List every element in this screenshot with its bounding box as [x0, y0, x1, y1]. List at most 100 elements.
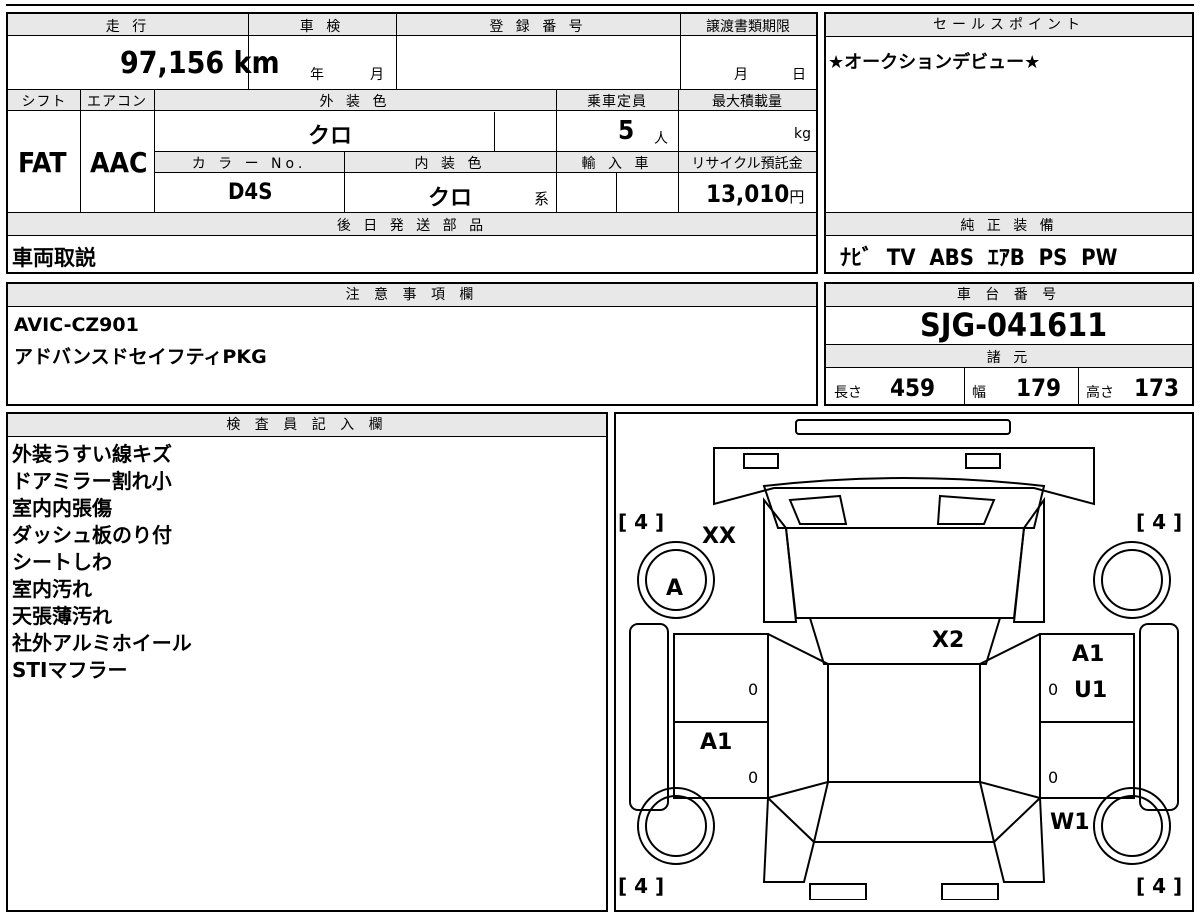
front-bumper: [713, 447, 1095, 506]
tire-tread-front-right: [ 4 ]: [1136, 510, 1183, 534]
inspection-month: 月: [370, 67, 384, 83]
wheel-front-right-inner: [1101, 549, 1163, 611]
wheel-rear-right-inner: [1101, 795, 1163, 857]
damage-mark-x2: X2: [932, 628, 965, 653]
inspection-label: 車 検: [299, 19, 345, 35]
interior-color-value: クロ: [428, 186, 473, 211]
inspector-notes: 外装うすい線キズ ドアミラー割れ小 室内内張傷 ダッシュ板のり付 シートしわ 室…: [12, 441, 192, 684]
rear-window: [812, 781, 996, 843]
door-mark-zero: 0: [748, 768, 759, 787]
height-label: 高さ: [1086, 385, 1114, 401]
door-mark-zero: 0: [1048, 680, 1059, 699]
front-light-right: [965, 453, 1001, 469]
length-label: 長さ: [834, 385, 862, 401]
chassis-number: SJG-041611: [920, 306, 1108, 344]
wheel-rear-left: [637, 787, 715, 865]
later-parts-value: 車両取説: [12, 246, 96, 270]
rear-bumper-left: [809, 883, 867, 900]
wheel-front-right: [1093, 541, 1171, 619]
shift-label: シフト: [21, 94, 67, 110]
length-value: 459: [890, 374, 936, 402]
equipment-label: 純 正 装 備: [960, 218, 1058, 234]
front-fender-left: [763, 497, 798, 623]
inspector-line: 室内汚れ: [12, 577, 92, 601]
front-light-left: [743, 453, 779, 469]
color-no-label: カ ラ ー No.: [191, 156, 307, 172]
front-bumper-outline: [795, 419, 1011, 435]
notes-label: 注 意 事 項 欄: [8, 284, 816, 307]
transfer-deadline-label: 譲渡書類期限: [706, 19, 790, 35]
shift-value: FAT: [18, 146, 67, 179]
damage-mark-a1-left: A1: [700, 730, 733, 755]
height-value: 173: [1134, 374, 1180, 402]
color-no-value: D4S: [228, 180, 273, 205]
inspector-line: 外装うすい線キズ: [12, 442, 172, 466]
tire-tread-front-left: [ 4 ]: [618, 510, 665, 534]
rear-quarter-left: [762, 795, 816, 883]
inspector-label: 検 査 員 記 入 欄: [8, 414, 606, 437]
damage-mark-a1-right: A1: [1072, 642, 1105, 667]
transfer-month: 月: [734, 67, 748, 83]
recycle-value: 13,010円: [706, 180, 805, 208]
later-parts-label: 後 日 発 送 部 品: [336, 218, 488, 234]
capacity-value: 5: [618, 116, 635, 146]
tire-tread-rear-left: [ 4 ]: [618, 874, 665, 898]
exterior-color-value: クロ: [308, 124, 353, 149]
chassis-label: 車 台 番 号: [826, 284, 1192, 307]
spec-label: 諸 元: [986, 350, 1032, 366]
tire-tread-rear-right: [ 4 ]: [1136, 874, 1183, 898]
wheel-rear-left-inner: [645, 795, 707, 857]
windshield: [784, 527, 1026, 619]
rear-bumper-right: [941, 883, 999, 900]
interior-color-label: 内 装 色: [414, 156, 486, 172]
hood-grille-left: [788, 494, 848, 525]
width-label: 幅: [972, 385, 986, 401]
capacity-unit: 人: [654, 131, 668, 147]
notes-line-2: アドバンスドセイフティPKG: [14, 346, 267, 368]
max-load-unit: kg: [794, 126, 811, 142]
damage-mark-xx: XX: [702, 524, 736, 549]
ac-value: AAC: [90, 146, 148, 179]
pillar-left: [767, 633, 829, 799]
door-mark-zero: 0: [1048, 768, 1059, 787]
capacity-label: 乗車定員: [587, 94, 647, 110]
import-label: 輸 入 車: [581, 156, 653, 172]
damage-mark-w1: W1: [1050, 810, 1090, 835]
top-cut-row: [6, 0, 1194, 6]
rear-quarter-right: [992, 795, 1046, 883]
inspector-line: STIマフラー: [12, 658, 128, 682]
wheel-rear-right: [1093, 787, 1171, 865]
roof-panel: [827, 663, 981, 783]
step-left: [629, 623, 669, 811]
hood-grille-right: [936, 494, 996, 525]
exterior-color-label: 外 装 色: [319, 94, 391, 110]
inspector-line: ドアミラー割れ小: [12, 469, 172, 493]
ac-label: エアコン: [87, 94, 147, 110]
inspector-line: ダッシュ板のり付: [12, 523, 172, 547]
notes-line-1: AVIC-CZ901: [14, 314, 139, 336]
hood: [762, 477, 1046, 529]
equipment-value: ﾅﾋﾞ TV ABS ｴｱB PS PW: [840, 246, 1118, 271]
front-door-left: [673, 633, 769, 723]
mileage-label: 走 行: [105, 19, 151, 35]
step-right: [1139, 623, 1179, 811]
recycle-label: リサイクル預託金: [691, 156, 803, 172]
transfer-day: 日: [792, 67, 806, 83]
front-fender-right: [1012, 496, 1045, 623]
roof: [808, 617, 1002, 665]
width-value: 179: [1016, 374, 1062, 402]
inspector-line: シートしわ: [12, 550, 112, 574]
inspection-year: 年: [310, 67, 324, 83]
mileage-value: 97,156 km: [120, 46, 280, 81]
sales-point-value: ★オークションデビュー★: [828, 52, 1041, 73]
car-diagram: [629, 419, 1179, 900]
inspector-line: 社外アルミホイール: [12, 631, 192, 655]
damage-mark-u1: U1: [1074, 678, 1108, 703]
damage-mark-a: A: [666, 576, 684, 601]
inspector-line: 室内内張傷: [12, 496, 112, 520]
max-load-label: 最大積載量: [712, 94, 782, 110]
sales-point-label: セールスポイント: [826, 14, 1192, 37]
inspector-line: 天張薄汚れ: [12, 604, 112, 628]
interior-color-suffix: 系: [534, 190, 550, 208]
pillar-right: [979, 633, 1041, 799]
